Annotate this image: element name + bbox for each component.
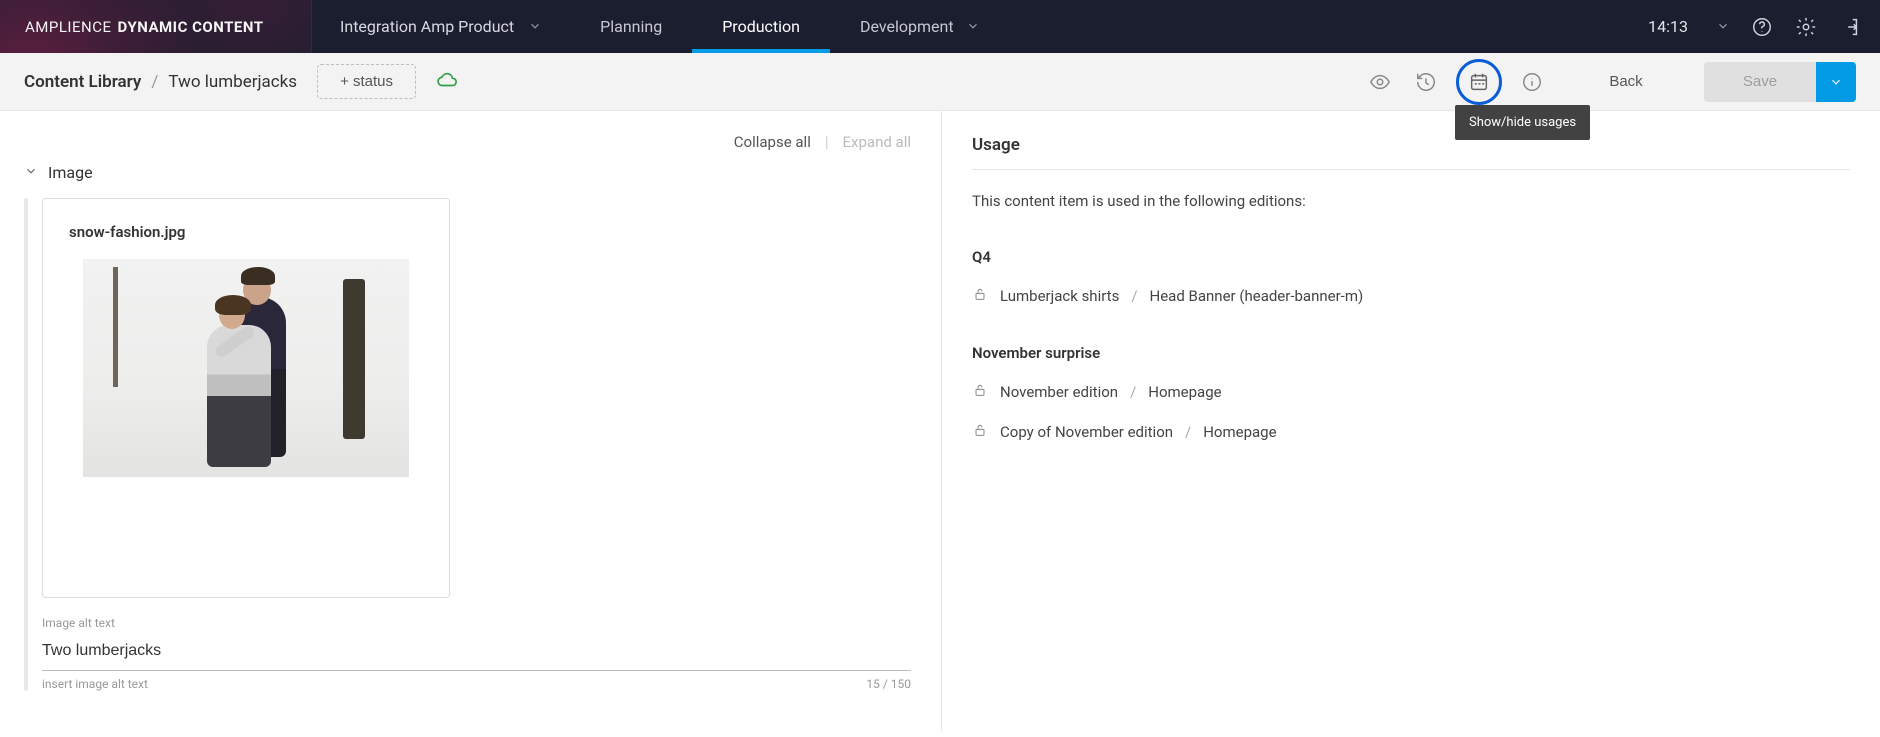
topnav-right: 14:13 xyxy=(1648,0,1880,53)
gear-icon[interactable] xyxy=(1794,15,1818,39)
usage-edition-row[interactable]: Copy of November edition / Homepage xyxy=(972,422,1850,442)
nav-tabs: Planning Production Development xyxy=(570,0,1009,53)
brand-logo: AMPLIENCE DYNAMIC CONTENT xyxy=(0,0,312,53)
logout-icon[interactable] xyxy=(1838,15,1862,39)
tab-production[interactable]: Production xyxy=(692,0,830,53)
image-filename: snow-fashion.jpg xyxy=(69,223,423,241)
section-body: snow-fashion.jpg Image alt text xyxy=(24,198,911,691)
usage-separator: / xyxy=(1130,383,1136,401)
usage-edition-row[interactable]: Lumberjack shirts / Head Banner (header-ba… xyxy=(972,286,1850,306)
usage-pane: Usage This content item is used in the f… xyxy=(942,111,1880,731)
tab-planning[interactable]: Planning xyxy=(570,0,692,53)
chevron-down-icon xyxy=(24,163,38,182)
usage-group-name: November surprise xyxy=(972,344,1850,362)
history-icon[interactable] xyxy=(1410,66,1442,98)
image-card[interactable]: snow-fashion.jpg xyxy=(42,198,450,598)
breadcrumb-root[interactable]: Content Library xyxy=(24,72,141,92)
hub-dropdown[interactable]: Integration Amp Product xyxy=(312,0,570,53)
alt-text-under: insert image alt text 15 / 150 xyxy=(42,677,911,691)
alt-text-input[interactable] xyxy=(42,638,911,671)
brand-word2: DYNAMIC CONTENT xyxy=(118,18,264,36)
collapse-all-button[interactable]: Collapse all xyxy=(734,133,811,151)
breadcrumb-separator: / xyxy=(151,72,158,92)
usage-edition-name: November edition xyxy=(1000,383,1118,401)
top-nav: AMPLIENCE DYNAMIC CONTENT Integration Am… xyxy=(0,0,1880,53)
subheader-actions: Show/hide usages Back Save xyxy=(1364,59,1856,105)
save-button-group: Save xyxy=(1704,62,1856,102)
hub-dropdown-label: Integration Amp Product xyxy=(340,17,514,36)
clock-time: 14:13 xyxy=(1648,17,1688,36)
breadcrumb-item: Two lumberjacks xyxy=(168,72,297,92)
usage-edition-name: Copy of November edition xyxy=(1000,423,1173,441)
image-thumbnail xyxy=(83,259,409,477)
section-title: Image xyxy=(48,163,93,182)
usages-icon-wrap: Show/hide usages xyxy=(1456,59,1502,105)
usage-description: This content item is used in the followi… xyxy=(972,192,1850,210)
usages-tooltip: Show/hide usages xyxy=(1455,105,1590,140)
usage-heading: Usage xyxy=(972,135,1850,170)
brand-word1: AMPLIENCE xyxy=(25,18,112,36)
lock-open-icon xyxy=(972,422,988,442)
usage-slot-name: Homepage xyxy=(1148,383,1221,401)
alt-text-field: Image alt text insert image alt text 15 … xyxy=(42,616,911,691)
section-indicator xyxy=(24,198,28,691)
chevron-down-icon xyxy=(1716,18,1730,37)
chevron-down-icon xyxy=(966,18,980,37)
collapse-controls: Collapse all | Expand all xyxy=(24,133,911,151)
usage-separator: / xyxy=(1185,423,1191,441)
breadcrumb: Content Library / Two lumberjacks xyxy=(24,72,297,92)
usage-slot-name: Head Banner (header-banner-m) xyxy=(1150,287,1364,305)
usage-group-name: Q4 xyxy=(972,248,1850,266)
usage-separator: / xyxy=(1131,287,1137,305)
lock-open-icon xyxy=(972,382,988,402)
help-icon[interactable] xyxy=(1750,15,1774,39)
time-dropdown[interactable]: 14:13 xyxy=(1648,17,1730,36)
cloud-sync-icon xyxy=(436,72,458,92)
usages-icon[interactable] xyxy=(1456,59,1502,105)
add-status-button[interactable]: + status xyxy=(317,64,416,99)
chevron-down-icon xyxy=(528,18,542,37)
back-button[interactable]: Back xyxy=(1562,62,1690,102)
usage-edition-row[interactable]: November edition / Homepage xyxy=(972,382,1850,402)
usage-edition-name: Lumberjack shirts xyxy=(1000,287,1119,305)
alt-text-char-count: 15 / 150 xyxy=(866,677,911,691)
info-icon[interactable] xyxy=(1516,66,1548,98)
preview-icon[interactable] xyxy=(1364,66,1396,98)
usage-groups: Q4 Lumberjack shirts / Head Banner (header-… xyxy=(972,248,1850,442)
lock-open-icon xyxy=(972,286,988,306)
alt-text-label: Image alt text xyxy=(42,616,911,630)
field-stack: snow-fashion.jpg Image alt text xyxy=(42,198,911,691)
alt-text-placeholder-hint: insert image alt text xyxy=(42,677,148,691)
section-toggle-image[interactable]: Image xyxy=(24,163,911,182)
collapse-divider: | xyxy=(825,133,829,151)
form-pane: Collapse all | Expand all Image snow-fas… xyxy=(0,111,942,731)
usage-slot-name: Homepage xyxy=(1203,423,1276,441)
expand-all-button[interactable]: Expand all xyxy=(843,133,911,151)
main: Collapse all | Expand all Image snow-fas… xyxy=(0,111,1880,731)
save-dropdown-button[interactable] xyxy=(1816,62,1856,102)
tab-development-label: Development xyxy=(860,17,954,36)
save-button[interactable]: Save xyxy=(1704,62,1816,102)
tab-development[interactable]: Development xyxy=(830,0,1010,53)
subheader: Content Library / Two lumberjacks + stat… xyxy=(0,53,1880,111)
